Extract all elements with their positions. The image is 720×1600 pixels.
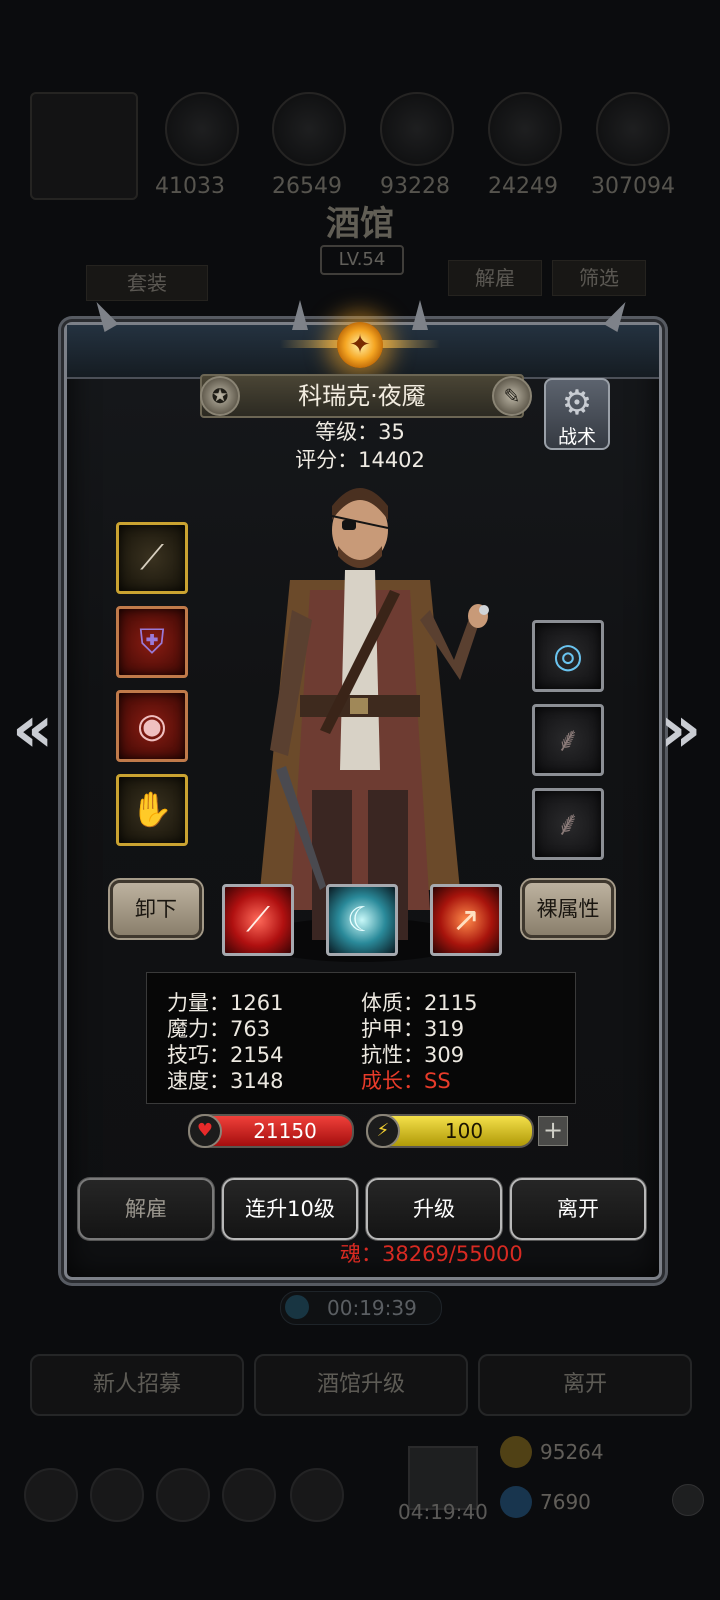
tab-set[interactable]: 套装 [86, 265, 208, 301]
gold-coin-icon [500, 1436, 532, 1468]
hero-name-bar: 科瑞克·夜魇 [200, 374, 524, 418]
bottom-nav-icon[interactable] [24, 1468, 78, 1522]
equip-slot-armor[interactable]: ⛨ [116, 606, 188, 678]
bottom-nav-icon[interactable] [290, 1468, 344, 1522]
tavern-level: LV.54 [320, 245, 404, 275]
gauntlet-icon: ✋ [130, 790, 174, 830]
resource-slot [488, 92, 562, 166]
equip-slot-orb[interactable]: ◎ [532, 620, 604, 692]
feather-icon: ⸙ [555, 804, 581, 844]
leave-button[interactable]: 离开 [510, 1178, 646, 1240]
resource-slot [272, 92, 346, 166]
ring-icon: ◉ [137, 706, 167, 746]
bottom-nav-icon[interactable] [90, 1468, 144, 1522]
feather-icon: ⸙ [555, 720, 581, 760]
stat-speed: 速度：3148 [167, 1069, 284, 1093]
timer-pill: 00:19:39 [280, 1291, 442, 1325]
lightning-icon: ⚡ [366, 1114, 400, 1148]
bottom-nav-icon[interactable] [222, 1468, 276, 1522]
energy-value: 100 [444, 1119, 484, 1143]
add-currency-icon[interactable] [672, 1484, 704, 1516]
spear-icon: ⟋ [140, 538, 164, 578]
gem-amount: 7690 [540, 1490, 591, 1514]
skill-slot-2[interactable]: ☾ [326, 884, 398, 956]
equip-slot-gloves[interactable]: ✋ [116, 774, 188, 846]
tab-dismiss[interactable]: 解雇 [448, 260, 542, 296]
equip-slot-feather[interactable]: ⸙ [532, 788, 604, 860]
resource-slot [380, 92, 454, 166]
energy-bar: ⚡ 100 [366, 1114, 534, 1148]
recruit-button[interactable]: 新人招募 [30, 1354, 244, 1416]
heart-icon: ♥ [188, 1114, 222, 1148]
resource-slot [165, 92, 239, 166]
leave-tavern-button[interactable]: 离开 [478, 1354, 692, 1416]
hp-value: 21150 [253, 1119, 317, 1143]
tab-filter[interactable]: 筛选 [552, 260, 646, 296]
gear-icon: ⚙ [561, 383, 593, 423]
orb-icon: ◎ [553, 636, 583, 676]
chest-armor-icon: ⛨ [139, 622, 165, 662]
tavern-title: 酒馆 [326, 204, 394, 244]
stat-growth: 成长：SS [361, 1069, 451, 1093]
fire-spear-skill-icon: ↗ [451, 900, 481, 940]
tavern-upgrade-button[interactable]: 酒馆升级 [254, 1354, 468, 1416]
bottom-nav-icon[interactable] [156, 1468, 210, 1522]
background-portrait [30, 92, 138, 200]
gem-icon [500, 1486, 532, 1518]
equip-slot-weapon[interactable]: ⟋ [116, 522, 188, 594]
slash-skill-icon: ⟋ [246, 900, 270, 940]
rank-emblem-icon: ✦ [337, 322, 383, 368]
gold-amount: 95264 [540, 1440, 604, 1464]
soul-counter: 魂：38269/55000 [340, 1242, 523, 1266]
dismiss-button[interactable]: 解雇 [78, 1178, 214, 1240]
hero-name: 科瑞克·夜魇 [298, 382, 426, 410]
bottom-timer: 04:19:40 [398, 1500, 488, 1524]
frame-spike-decoration [292, 300, 308, 330]
hero-level: 等级：35 [315, 420, 405, 444]
unequip-button[interactable]: 卸下 [110, 880, 202, 938]
resource-slot [596, 92, 670, 166]
skill-slot-1[interactable]: ⟋ [222, 884, 294, 956]
previous-hero-arrow-icon[interactable]: « [12, 698, 53, 762]
wind-blade-skill-icon: ☾ [346, 900, 378, 940]
equip-slot-ring[interactable]: ◉ [116, 690, 188, 762]
base-attributes-button[interactable]: 裸属性 [522, 880, 614, 938]
timer-icon [285, 1295, 309, 1319]
skill-slot-3[interactable]: ↗ [430, 884, 502, 956]
equip-slot-feather[interactable]: ⸙ [532, 704, 604, 776]
next-hero-arrow-icon[interactable]: » [660, 698, 701, 762]
add-energy-button[interactable]: + [538, 1116, 568, 1146]
tactic-button[interactable]: ⚙ 战术 [544, 378, 610, 450]
timer-text: 00:19:39 [327, 1296, 417, 1320]
upgrade-10-levels-button[interactable]: 连升10级 [222, 1178, 358, 1240]
tactic-label: 战术 [557, 426, 596, 448]
upgrade-button[interactable]: 升级 [366, 1178, 502, 1240]
hp-bar: ♥ 21150 [188, 1114, 354, 1148]
stats-panel: 力量：1261 魔力：763 技巧：2154 速度：3148 体质：2115 护… [146, 972, 576, 1104]
rename-icon[interactable]: ✎ [492, 376, 532, 416]
medal-icon[interactable]: ✪ [200, 376, 240, 416]
frame-spike-decoration [412, 300, 428, 330]
